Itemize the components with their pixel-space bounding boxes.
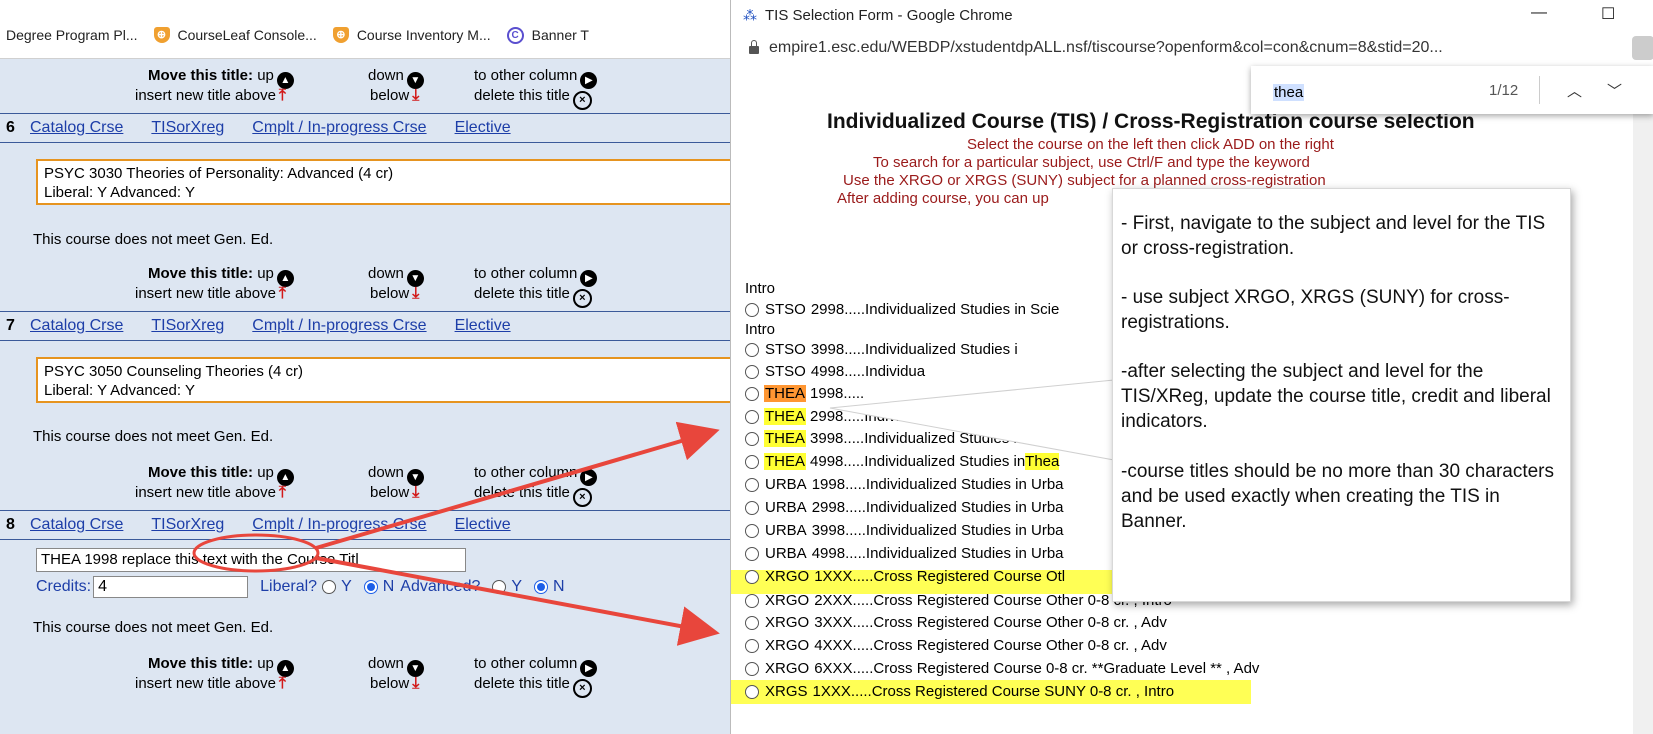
callout-text: - First, navigate to the subject and lev…	[1121, 213, 1546, 259]
callout-text: - use subject XRGO, XRGS (SUNY) for cros…	[1121, 287, 1510, 333]
callout-text: -course titles should be no more than 30…	[1121, 461, 1555, 532]
annotation-arrow-upper	[315, 421, 720, 550]
callout-tail	[829, 379, 1115, 461]
callout-text: -after selecting the subject and level f…	[1121, 361, 1551, 432]
annotation-circle	[192, 533, 320, 573]
help-callout: - First, navigate to the subject and lev…	[1112, 188, 1571, 602]
annotation-arrow-lower	[315, 556, 720, 646]
